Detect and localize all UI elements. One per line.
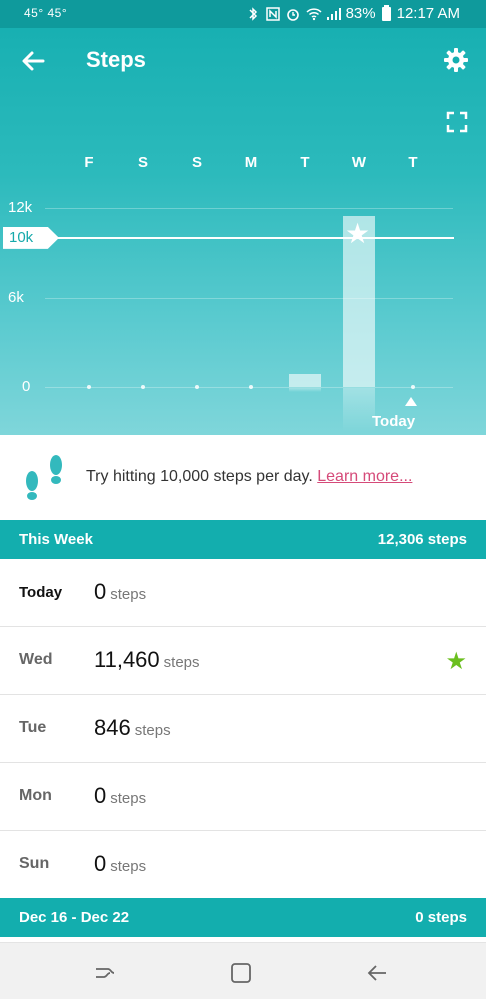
step-unit: steps <box>110 586 147 603</box>
this-week-total: 12,306 steps <box>377 531 467 548</box>
zero-step-dot <box>249 385 253 389</box>
step-bar[interactable] <box>289 374 321 387</box>
bluetooth-icon <box>246 6 260 21</box>
footprints-icon <box>20 451 68 503</box>
alarm-icon <box>286 7 300 21</box>
step-count: 0 <box>94 851 107 876</box>
step-count: 0 <box>94 579 107 604</box>
step-count: 0 <box>94 783 107 808</box>
grid-line <box>45 297 453 299</box>
signal-icon <box>326 7 341 21</box>
this-week-label: This Week <box>19 531 93 548</box>
step-unit: steps <box>110 790 147 807</box>
back-arrow-icon[interactable] <box>18 46 48 76</box>
y-tick-label: 12k <box>8 199 33 216</box>
steps-chart-panel: 45° 45° 83% 12:17 AM Steps 0 6k 12k F S … <box>0 0 486 435</box>
x-tick-label: T <box>300 154 310 171</box>
previous-week-label: Dec 16 - Dec 22 <box>19 909 130 926</box>
nfc-icon <box>265 6 280 21</box>
step-unit: steps <box>163 654 200 671</box>
day-label: Tue <box>19 719 47 736</box>
settings-gear-icon[interactable] <box>442 46 470 74</box>
recent-apps-icon[interactable] <box>93 961 117 985</box>
goal-star-icon: ★ <box>345 218 371 250</box>
learn-more-link[interactable]: Learn more... <box>317 468 412 485</box>
day-row-sun[interactable]: Sun 0 steps <box>0 831 486 899</box>
day-label: Today <box>19 584 63 601</box>
step-unit: steps <box>110 858 147 875</box>
steps-tip: Try hitting 10,000 steps per day. Learn … <box>0 435 486 520</box>
step-bar-reflection <box>289 388 321 393</box>
fullscreen-expand-icon[interactable] <box>446 111 468 133</box>
day-label: Sun <box>19 855 50 872</box>
today-label: Today <box>372 413 416 430</box>
status-time: 12:17 AM <box>396 5 460 22</box>
zero-step-dot <box>141 385 145 389</box>
x-tick-label: W <box>351 154 367 171</box>
x-tick-label: F <box>84 154 94 171</box>
day-row-wed[interactable]: Wed 11,460 steps ★ <box>0 627 486 695</box>
step-bar-reflection <box>343 388 375 432</box>
day-label: Mon <box>19 787 52 804</box>
day-row-tue[interactable]: Tue 846 steps <box>0 695 486 763</box>
zero-step-dot <box>87 385 91 389</box>
day-row-mon[interactable]: Mon 0 steps <box>0 763 486 831</box>
battery-icon <box>381 4 391 21</box>
x-tick-label: T <box>408 154 418 171</box>
day-label: Wed <box>19 651 53 668</box>
this-week-header: This Week 12,306 steps <box>0 520 486 559</box>
x-tick-label: S <box>191 154 202 171</box>
grid-line <box>45 208 453 209</box>
status-bar: 45° 45° 83% 12:17 AM <box>0 0 486 28</box>
day-row-today[interactable]: Today 0 steps <box>0 559 486 627</box>
battery-percent: 83% <box>345 5 376 22</box>
goal-badge: 10k <box>3 226 59 249</box>
app-bar: Steps <box>0 28 486 94</box>
y-tick-label: 0 <box>22 378 31 395</box>
x-tick-label: S <box>137 154 148 171</box>
zero-step-dot <box>195 385 199 389</box>
status-weather: 45° 45° <box>24 6 68 20</box>
wifi-icon <box>306 7 322 21</box>
home-square-icon[interactable] <box>229 961 253 985</box>
system-nav-bar <box>0 942 486 999</box>
tip-text: Try hitting 10,000 steps per day. <box>86 468 313 485</box>
previous-week-header[interactable]: Dec 16 - Dec 22 0 steps <box>0 898 486 937</box>
goal-line <box>54 236 454 239</box>
back-nav-icon[interactable] <box>365 961 389 985</box>
today-triangle-icon <box>405 397 417 406</box>
goal-met-star-icon: ★ <box>445 648 467 675</box>
step-count: 846 <box>94 715 131 740</box>
step-unit: steps <box>134 722 171 739</box>
step-count: 11,460 <box>94 647 160 672</box>
y-tick-label: 6k <box>8 288 24 306</box>
x-tick-label: M <box>244 154 258 171</box>
page-title: Steps <box>86 47 146 72</box>
previous-week-total: 0 steps <box>415 909 467 926</box>
zero-step-dot <box>411 385 415 389</box>
